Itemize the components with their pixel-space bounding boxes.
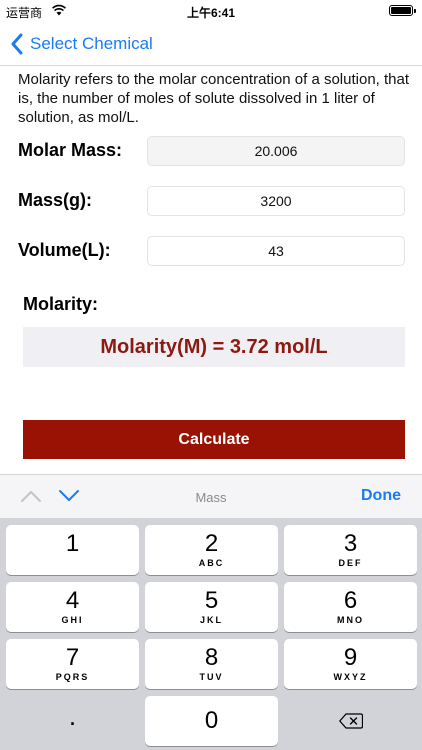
calculate-button[interactable]: Calculate: [23, 420, 405, 459]
key-number: 1: [65, 530, 80, 557]
key-8[interactable]: 8 TUV: [145, 639, 278, 689]
molar-mass-label: Molar Mass:: [18, 140, 123, 160]
back-button[interactable]: Select Chemical: [10, 31, 153, 57]
key-number: 2: [204, 530, 219, 557]
backspace-icon: [338, 713, 363, 729]
key-3[interactable]: 3 DEF: [284, 525, 417, 575]
result-value: Molarity(M) = 3.72 mol/L: [100, 335, 328, 358]
result-box: Molarity(M) = 3.72 mol/L: [23, 327, 405, 367]
key-letters: DEF: [338, 558, 363, 568]
key-5[interactable]: 5 JKL: [145, 582, 278, 632]
key-9[interactable]: 9 WXYZ: [284, 639, 417, 689]
key-number: 7: [65, 644, 80, 671]
battery-icon: [389, 5, 416, 16]
status-time: 上午6:41: [186, 6, 236, 20]
keyboard-accessory-bar: Mass Done: [0, 474, 422, 518]
numeric-keypad: 1 2 ABC 3 DEF 4 GHI 5 JKL 6 MNO 7 PQRS 8…: [0, 518, 422, 750]
key-number: 9: [343, 644, 358, 671]
chevron-left-icon: [11, 33, 23, 55]
description-text: Molarity refers to the molar concentrati…: [18, 71, 410, 126]
key-number: .: [68, 701, 77, 731]
key-letters: PQRS: [55, 672, 90, 682]
key-number: 0: [204, 707, 219, 734]
mass-label: Mass(g):: [18, 190, 93, 210]
volume-label: Volume(L):: [18, 240, 111, 260]
key-number: 4: [65, 587, 80, 614]
key-number: 6: [343, 587, 358, 614]
key-letters: WXYZ: [333, 672, 368, 682]
key-letters: GHI: [61, 615, 84, 625]
key-number: 3: [343, 530, 358, 557]
navigation-bar: Select Chemical: [0, 22, 422, 66]
volume-field[interactable]: 43: [147, 236, 405, 266]
key-number: 8: [204, 644, 219, 671]
molar-mass-field[interactable]: 20.006: [147, 136, 405, 166]
result-label: Molarity:: [23, 294, 99, 314]
key-letters: JKL: [199, 615, 223, 625]
key-1[interactable]: 1: [6, 525, 139, 575]
key-decimal[interactable]: .: [6, 696, 139, 746]
status-bar: 运营商 上午6:41: [0, 0, 422, 22]
key-letters: ABC: [198, 558, 225, 568]
key-letters: MNO: [337, 615, 364, 625]
key-number: 5: [204, 587, 219, 614]
back-button-label: Select Chemical: [30, 34, 153, 53]
done-button[interactable]: Done: [361, 487, 401, 505]
key-6[interactable]: 6 MNO: [284, 582, 417, 632]
key-letters: TUV: [199, 672, 224, 682]
key-4[interactable]: 4 GHI: [6, 582, 139, 632]
key-7[interactable]: 7 PQRS: [6, 639, 139, 689]
accessory-field-title: Mass: [195, 490, 227, 505]
mass-field[interactable]: 3200: [147, 186, 405, 216]
key-0[interactable]: 0: [145, 696, 278, 746]
delete-key[interactable]: [284, 696, 417, 746]
key-2[interactable]: 2 ABC: [145, 525, 278, 575]
